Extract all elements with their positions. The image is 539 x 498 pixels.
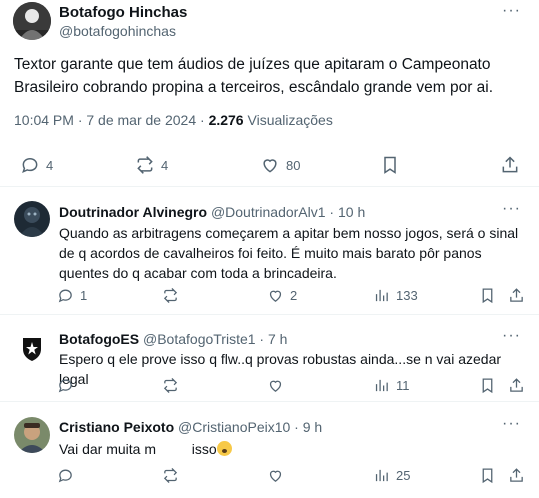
reply-author-name[interactable]: Doutrinador Alvinegro — [59, 204, 207, 220]
view-count: 133 — [396, 288, 418, 303]
censor-block — [159, 443, 188, 458]
reply-text-start: Vai dar muita m — [59, 441, 156, 457]
reply-action-bar: 11 — [57, 377, 527, 397]
reply-item[interactable]: Doutrinador Alvinegro @DoutrinadorAlv1 ·… — [0, 187, 539, 314]
bookmark-button[interactable] — [479, 287, 496, 304]
views-button[interactable]: 25 — [373, 467, 410, 484]
reply-text: Vai dar muita m isso — [59, 439, 529, 459]
like-button[interactable] — [267, 377, 284, 394]
views-button[interactable]: 133 — [373, 287, 418, 304]
reply-action-bar: 25 — [57, 467, 527, 487]
more-options-icon[interactable]: ··· — [502, 327, 521, 345]
post-timestamp[interactable]: 10:04 PM · 7 de mar de 2024 · — [14, 112, 209, 128]
post-action-bar: 4 4 80 — [14, 153, 524, 177]
heart-icon — [269, 290, 282, 302]
reply-author[interactable]: BotafogoES @BotafogoTriste1 · 7 h — [59, 331, 287, 347]
repost-button[interactable] — [162, 287, 179, 304]
repost-count: 4 — [161, 157, 169, 173]
repost-icon — [163, 467, 178, 484]
like-button[interactable]: 2 — [267, 287, 297, 304]
view-count: 11 — [396, 378, 410, 393]
repost-icon — [163, 377, 178, 394]
bookmark-button[interactable] — [479, 467, 496, 484]
analytics-icon — [375, 379, 388, 392]
reply-icon — [58, 289, 72, 303]
share-button[interactable] — [508, 377, 525, 394]
reply-icon — [58, 379, 72, 393]
reply-text-end: isso — [191, 441, 217, 457]
repost-icon — [163, 287, 178, 304]
reply-icon — [58, 469, 72, 483]
reply-author-name[interactable]: BotafogoES — [59, 331, 139, 347]
reply-author-handle[interactable]: @BotafogoTriste1 · 7 h — [143, 331, 287, 347]
main-post: Botafogo Hinchas @botafogohinchas ··· Te… — [0, 0, 539, 186]
bookmark-button[interactable] — [479, 377, 496, 394]
reply-text: Quando as arbitragens começarem a apitar… — [59, 225, 519, 281]
more-options-icon[interactable]: ··· — [502, 200, 521, 218]
share-button[interactable] — [500, 155, 520, 175]
reply-icon — [22, 157, 38, 174]
reply-button[interactable] — [57, 377, 74, 394]
share-icon — [502, 156, 518, 173]
reply-button[interactable] — [57, 467, 74, 484]
bookmark-icon — [482, 288, 493, 304]
author-avatar[interactable] — [13, 2, 51, 40]
like-count: 80 — [286, 157, 301, 173]
reply-author[interactable]: Cristiano Peixoto @CristianoPeix10 · 9 h — [59, 419, 322, 435]
reply-author-name[interactable]: Cristiano Peixoto — [59, 419, 174, 435]
reply-author[interactable]: Doutrinador Alvinegro @DoutrinadorAlv1 ·… — [59, 204, 365, 220]
reply-button[interactable]: 1 — [57, 287, 87, 304]
share-icon — [510, 378, 523, 392]
reply-count: 4 — [46, 157, 54, 173]
post-meta: 10:04 PM · 7 de mar de 2024 · 2.276 Visu… — [14, 112, 333, 128]
bookmark-icon — [384, 156, 396, 174]
reply-item[interactable]: BotafogoES @BotafogoTriste1 · 7 h ··· Es… — [0, 315, 539, 401]
reply-avatar[interactable] — [14, 201, 50, 237]
author-name[interactable]: Botafogo Hinchas — [59, 4, 187, 21]
reply-count: 1 — [80, 288, 88, 303]
view-count: 25 — [396, 468, 411, 483]
share-button[interactable] — [508, 287, 525, 304]
more-options-icon[interactable]: ··· — [502, 2, 521, 20]
repost-button[interactable]: 4 — [135, 155, 168, 175]
share-button[interactable] — [508, 467, 525, 484]
views-button[interactable]: 11 — [373, 377, 410, 394]
bookmark-icon — [482, 468, 493, 484]
reply-author-handle[interactable]: @DoutrinadorAlv1 · 10 h — [211, 204, 365, 220]
repost-icon — [137, 156, 153, 174]
post-text: Textor garante que tem áudios de juízes … — [14, 56, 494, 96]
repost-button[interactable] — [162, 377, 179, 394]
bookmark-button[interactable] — [380, 155, 400, 175]
reply-item[interactable]: Cristiano Peixoto @CristianoPeix10 · 9 h… — [0, 402, 539, 498]
heart-icon — [263, 159, 277, 173]
reply-avatar[interactable] — [14, 417, 50, 453]
analytics-icon — [375, 469, 388, 482]
reply-author-handle[interactable]: @CristianoPeix10 · 9 h — [178, 419, 322, 435]
post-view-count: 2.276 — [208, 112, 244, 128]
more-options-icon[interactable]: ··· — [502, 415, 521, 433]
heart-icon — [269, 470, 282, 482]
reply-button[interactable]: 4 — [20, 155, 53, 175]
like-count: 2 — [290, 288, 298, 303]
reply-action-bar: 1 2 133 — [57, 287, 527, 307]
author-handle[interactable]: @botafogohinchas — [59, 23, 176, 39]
analytics-icon — [375, 289, 388, 302]
share-icon — [510, 288, 523, 302]
repost-button[interactable] — [162, 467, 179, 484]
like-button[interactable]: 80 — [260, 155, 300, 175]
bookmark-icon — [482, 378, 493, 394]
share-icon — [510, 468, 523, 482]
like-button[interactable] — [267, 467, 284, 484]
post-views-label: Visualizações — [243, 112, 333, 128]
heart-icon — [269, 380, 282, 392]
scream-emoji-icon — [216, 441, 232, 456]
reply-avatar[interactable] — [14, 329, 50, 365]
